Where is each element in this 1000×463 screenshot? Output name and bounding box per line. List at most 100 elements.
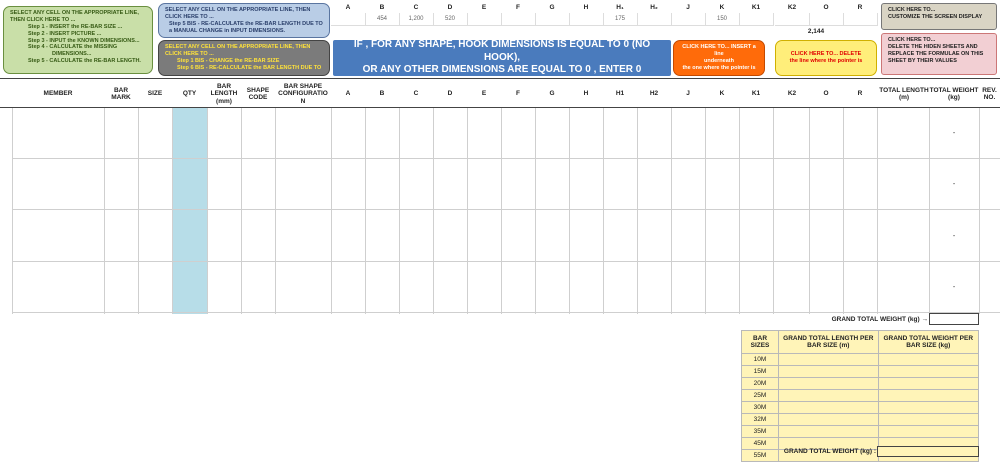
strip-value-12[interactable]	[739, 13, 774, 26]
header-shape-config: BAR SHAPE CONFIGURATIO N	[278, 82, 328, 105]
strip-letter-14: O	[823, 4, 829, 11]
summary-size: 35M	[740, 425, 780, 438]
summary-weight	[877, 377, 980, 390]
summary-grid: BAR SIZES GRAND TOTAL LENGTH PER BAR SIZ…	[740, 330, 980, 462]
row-total-weight: -	[952, 130, 956, 137]
header-member: MEMBER	[43, 90, 73, 98]
strip-letter-1: B	[379, 4, 385, 11]
row-total-weight: -	[952, 284, 956, 291]
strip-value-5[interactable]	[501, 13, 536, 26]
summary-footer-value[interactable]	[877, 446, 979, 457]
header-dim-k1: K1	[751, 90, 761, 98]
row-total-weight: -	[952, 233, 956, 240]
calculate-steps-list: Step 1 - INSERT the RE-BAR SIZE ... Step…	[10, 24, 146, 65]
strip-value-7[interactable]	[569, 13, 604, 26]
insert-line2: underneath	[704, 58, 734, 64]
summary-weight	[877, 401, 980, 414]
strip-value-8[interactable]: 175	[603, 13, 638, 26]
change-size-heading: SELECT ANY CELL ON THE APPROPRIATE LINE,…	[165, 44, 311, 57]
summary-length	[778, 425, 879, 438]
summary-length	[778, 353, 879, 366]
header-dim-d: D	[447, 90, 453, 98]
strip-letter-15: R	[857, 4, 863, 11]
step-4: Step 4 - CALCULATE the MISSING	[28, 44, 118, 51]
customize-display-button[interactable]: CLICK HERE TO... CUSTOMIZE THE SCREEN DI…	[881, 3, 997, 30]
summary-footer-label: GRAND TOTAL WEIGHT (kg) :	[783, 448, 876, 455]
strip-value-6[interactable]	[535, 13, 570, 26]
step-5: Step 5 - CALCULATE the RE-BAR LENGTH.	[28, 58, 141, 65]
summary-length	[778, 413, 879, 426]
strip-letter-5: F	[516, 4, 520, 11]
header-total-weight: TOTAL WEIGHT (kg)	[929, 86, 979, 101]
strip-letter-11: K	[719, 4, 725, 11]
strip-letter-13: K2	[787, 4, 797, 11]
table-row[interactable]: -	[12, 262, 1000, 313]
header-dim-f: F	[516, 90, 520, 98]
customize-line2: CUSTOMIZE THE SCREEN DISPLAY	[888, 13, 983, 20]
header-dim-j: J	[686, 90, 690, 98]
strip-value-10[interactable]	[671, 13, 706, 26]
summary-row: 15M	[740, 365, 980, 378]
strip-value-15[interactable]	[843, 13, 878, 26]
summary-weight	[877, 365, 980, 378]
summary-size: 32M	[740, 413, 780, 426]
strip-letter-6: G	[549, 4, 555, 11]
grand-total-value[interactable]	[929, 313, 979, 325]
summary-header-length: GRAND TOTAL LENGTH PER BAR SIZE (m)	[778, 330, 879, 354]
step-2: Step 2 - INSERT PICTURE ...	[28, 30, 102, 37]
strip-value-4[interactable]	[467, 13, 502, 26]
recalculate-button[interactable]: SELECT ANY CELL ON THE APPROPRIATE LINE,…	[158, 3, 330, 38]
header-dim-k2: K2	[787, 90, 797, 98]
summary-size: 10M	[740, 353, 780, 366]
strip-letter-2: C	[413, 4, 419, 11]
table-row[interactable]: -	[12, 211, 1000, 262]
summary-size: 30M	[740, 401, 780, 414]
strip-value-3[interactable]: 520	[433, 13, 468, 26]
header-dim-h: H	[583, 90, 589, 98]
table-row[interactable]: -	[12, 159, 1000, 210]
summary-header-weight: GRAND TOTAL WEIGHT PER BAR SIZE (kg)	[877, 330, 980, 354]
delete-line-button[interactable]: CLICK HERE TO... DELETE the line where t…	[775, 40, 877, 76]
header-dim-g: G	[549, 90, 555, 98]
strip-value-1[interactable]: 454	[365, 13, 400, 26]
header-rev-no: REV. NO.	[982, 86, 997, 101]
dimension-strip: A B C D E F G H H₁ H₂ J K K1 K2 O R 454 1,200 520 175 150 2…	[331, 0, 879, 40]
header-dim-k: K	[719, 90, 725, 98]
strip-value-0[interactable]	[331, 13, 366, 26]
summary-row: 20M	[740, 377, 980, 390]
column-headers: MEMBER BAR MARK SIZE QTY BAR LENGTH (mm)…	[0, 78, 1000, 108]
row-total-weight: -	[952, 181, 956, 188]
summary-row: 25M	[740, 389, 980, 402]
strip-value-14[interactable]	[809, 13, 844, 26]
summary-length	[778, 401, 879, 414]
o-total-value: 2,144	[807, 28, 825, 35]
header-shape-code: SHAPE CODE	[246, 86, 270, 101]
summary-row: 30M	[740, 401, 980, 414]
strip-value-11[interactable]: 150	[705, 13, 740, 26]
delete-hidden-sheets-button[interactable]: CLICK HERE TO... DELETE THE HIDEN SHEETS…	[881, 33, 997, 75]
strip-value-13[interactable]	[775, 13, 810, 26]
strip-letter-9: H₂	[650, 4, 658, 11]
header-dim-b: B	[379, 90, 385, 98]
summary-size: 20M	[740, 377, 780, 390]
change-size-button[interactable]: SELECT ANY CELL ON THE APPROPRIATE LINE,…	[158, 40, 330, 76]
strip-letter-7: H	[583, 4, 589, 11]
hidden-line1: CLICK HERE TO...	[888, 37, 936, 43]
summary-length	[778, 377, 879, 390]
header-dim-c: C	[413, 90, 419, 98]
insert-line-button[interactable]: CLICK HERE TO... INSERT a line underneat…	[673, 40, 765, 76]
header-dim-r: R	[857, 90, 863, 98]
strip-letter-4: E	[481, 4, 487, 11]
summary-weight	[877, 413, 980, 426]
strip-value-2[interactable]: 1,200	[399, 13, 434, 26]
table-row[interactable]: -	[12, 108, 1000, 159]
schedule-grid: - - - -	[12, 108, 1000, 314]
calculate-steps-heading: SELECT ANY CELL ON THE APPROPRIATE LINE,…	[10, 10, 139, 23]
recalculate-heading: SELECT ANY CELL ON THE APPROPRIATE LINE,…	[165, 7, 311, 20]
strip-value-9[interactable]	[637, 13, 672, 26]
grand-total-label: GRAND TOTAL WEIGHT (kg) →	[831, 316, 928, 323]
header-dim-h1: H1	[615, 90, 625, 98]
calculate-steps-button[interactable]: SELECT ANY CELL ON THE APPROPRIATE LINE,…	[3, 6, 153, 74]
summary-length	[778, 365, 879, 378]
header-dim-e: E	[481, 90, 487, 98]
